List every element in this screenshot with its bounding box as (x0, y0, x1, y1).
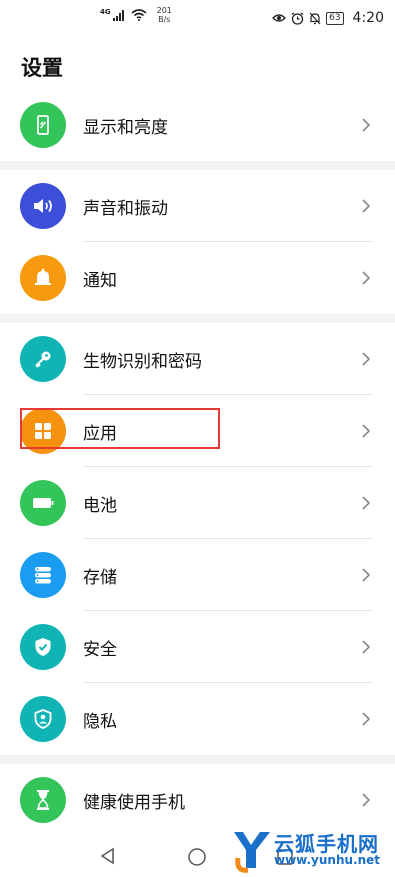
settings-item-privacy[interactable]: 隐私 (0, 683, 395, 755)
mute-bell-icon (309, 12, 321, 24)
chevron-right-icon (362, 118, 371, 132)
settings-item-label: 声音和振动 (83, 199, 168, 219)
group-separator (0, 314, 395, 323)
display-icon (20, 102, 66, 148)
chevron-right-icon (362, 640, 371, 654)
eye-icon (272, 14, 287, 22)
group-separator (0, 161, 395, 170)
chevron-right-icon (362, 568, 371, 582)
clock: 4:20 (352, 10, 384, 26)
settings-item-notifications[interactable]: 通知 (0, 242, 395, 314)
settings-item-label: 显示和亮度 (83, 118, 168, 138)
settings-item-label: 存储 (83, 568, 117, 588)
hourglass-icon (20, 777, 66, 823)
signal-icon (112, 10, 124, 21)
key-icon (20, 336, 66, 382)
status-bar: 4G 201 B/s 63 4:20 (0, 0, 395, 36)
speed-value: 201 (156, 6, 172, 15)
wifi-icon (131, 9, 147, 21)
settings-item-biometrics[interactable]: 生物识别和密码 (0, 323, 395, 395)
settings-group-main: 生物识别和密码 应用 电池 存储 安全 隐私 (0, 323, 395, 755)
chevron-right-icon (362, 352, 371, 366)
chevron-right-icon (362, 424, 371, 438)
settings-item-label: 安全 (83, 640, 117, 660)
chevron-right-icon (362, 712, 371, 726)
back-icon[interactable] (98, 846, 118, 866)
settings-group-sound: 声音和振动 通知 (0, 170, 395, 314)
settings-item-display[interactable]: 显示和亮度 (0, 89, 395, 161)
settings-item-battery[interactable]: 电池 (0, 467, 395, 539)
highlight-box (20, 408, 220, 449)
settings-item-label: 生物识别和密码 (83, 352, 202, 372)
speaker-icon (20, 183, 66, 229)
chevron-right-icon (362, 793, 371, 807)
page-title: 设置 (21, 56, 63, 80)
settings-item-label: 隐私 (83, 712, 117, 732)
settings-item-security[interactable]: 安全 (0, 611, 395, 683)
home-icon[interactable] (187, 847, 207, 867)
settings-item-storage[interactable]: 存储 (0, 539, 395, 611)
watermark: 云狐手机网 www.yunhu.net (232, 822, 395, 877)
network-type: 4G (100, 8, 111, 16)
settings-item-label: 电池 (83, 496, 117, 516)
watermark-url: www.yunhu.net (274, 853, 381, 867)
bell-icon (20, 255, 66, 301)
settings-item-label: 通知 (83, 271, 117, 291)
shield-check-icon (20, 624, 66, 670)
chevron-right-icon (362, 496, 371, 510)
group-separator (0, 755, 395, 764)
speed-unit: B/s (158, 15, 171, 24)
settings-item-sound[interactable]: 声音和振动 (0, 170, 395, 242)
watermark-logo-icon (234, 832, 270, 873)
settings-item-label: 健康使用手机 (83, 793, 185, 813)
chevron-right-icon (362, 271, 371, 285)
settings-group-display: 显示和亮度 (0, 89, 395, 161)
privacy-shield-icon (20, 696, 66, 742)
battery-icon (20, 480, 66, 526)
chevron-right-icon (362, 199, 371, 213)
network-speed: 201 B/s (157, 6, 172, 24)
battery-indicator: 63 (326, 11, 344, 25)
storage-icon (20, 552, 66, 598)
alarm-icon (291, 12, 304, 25)
